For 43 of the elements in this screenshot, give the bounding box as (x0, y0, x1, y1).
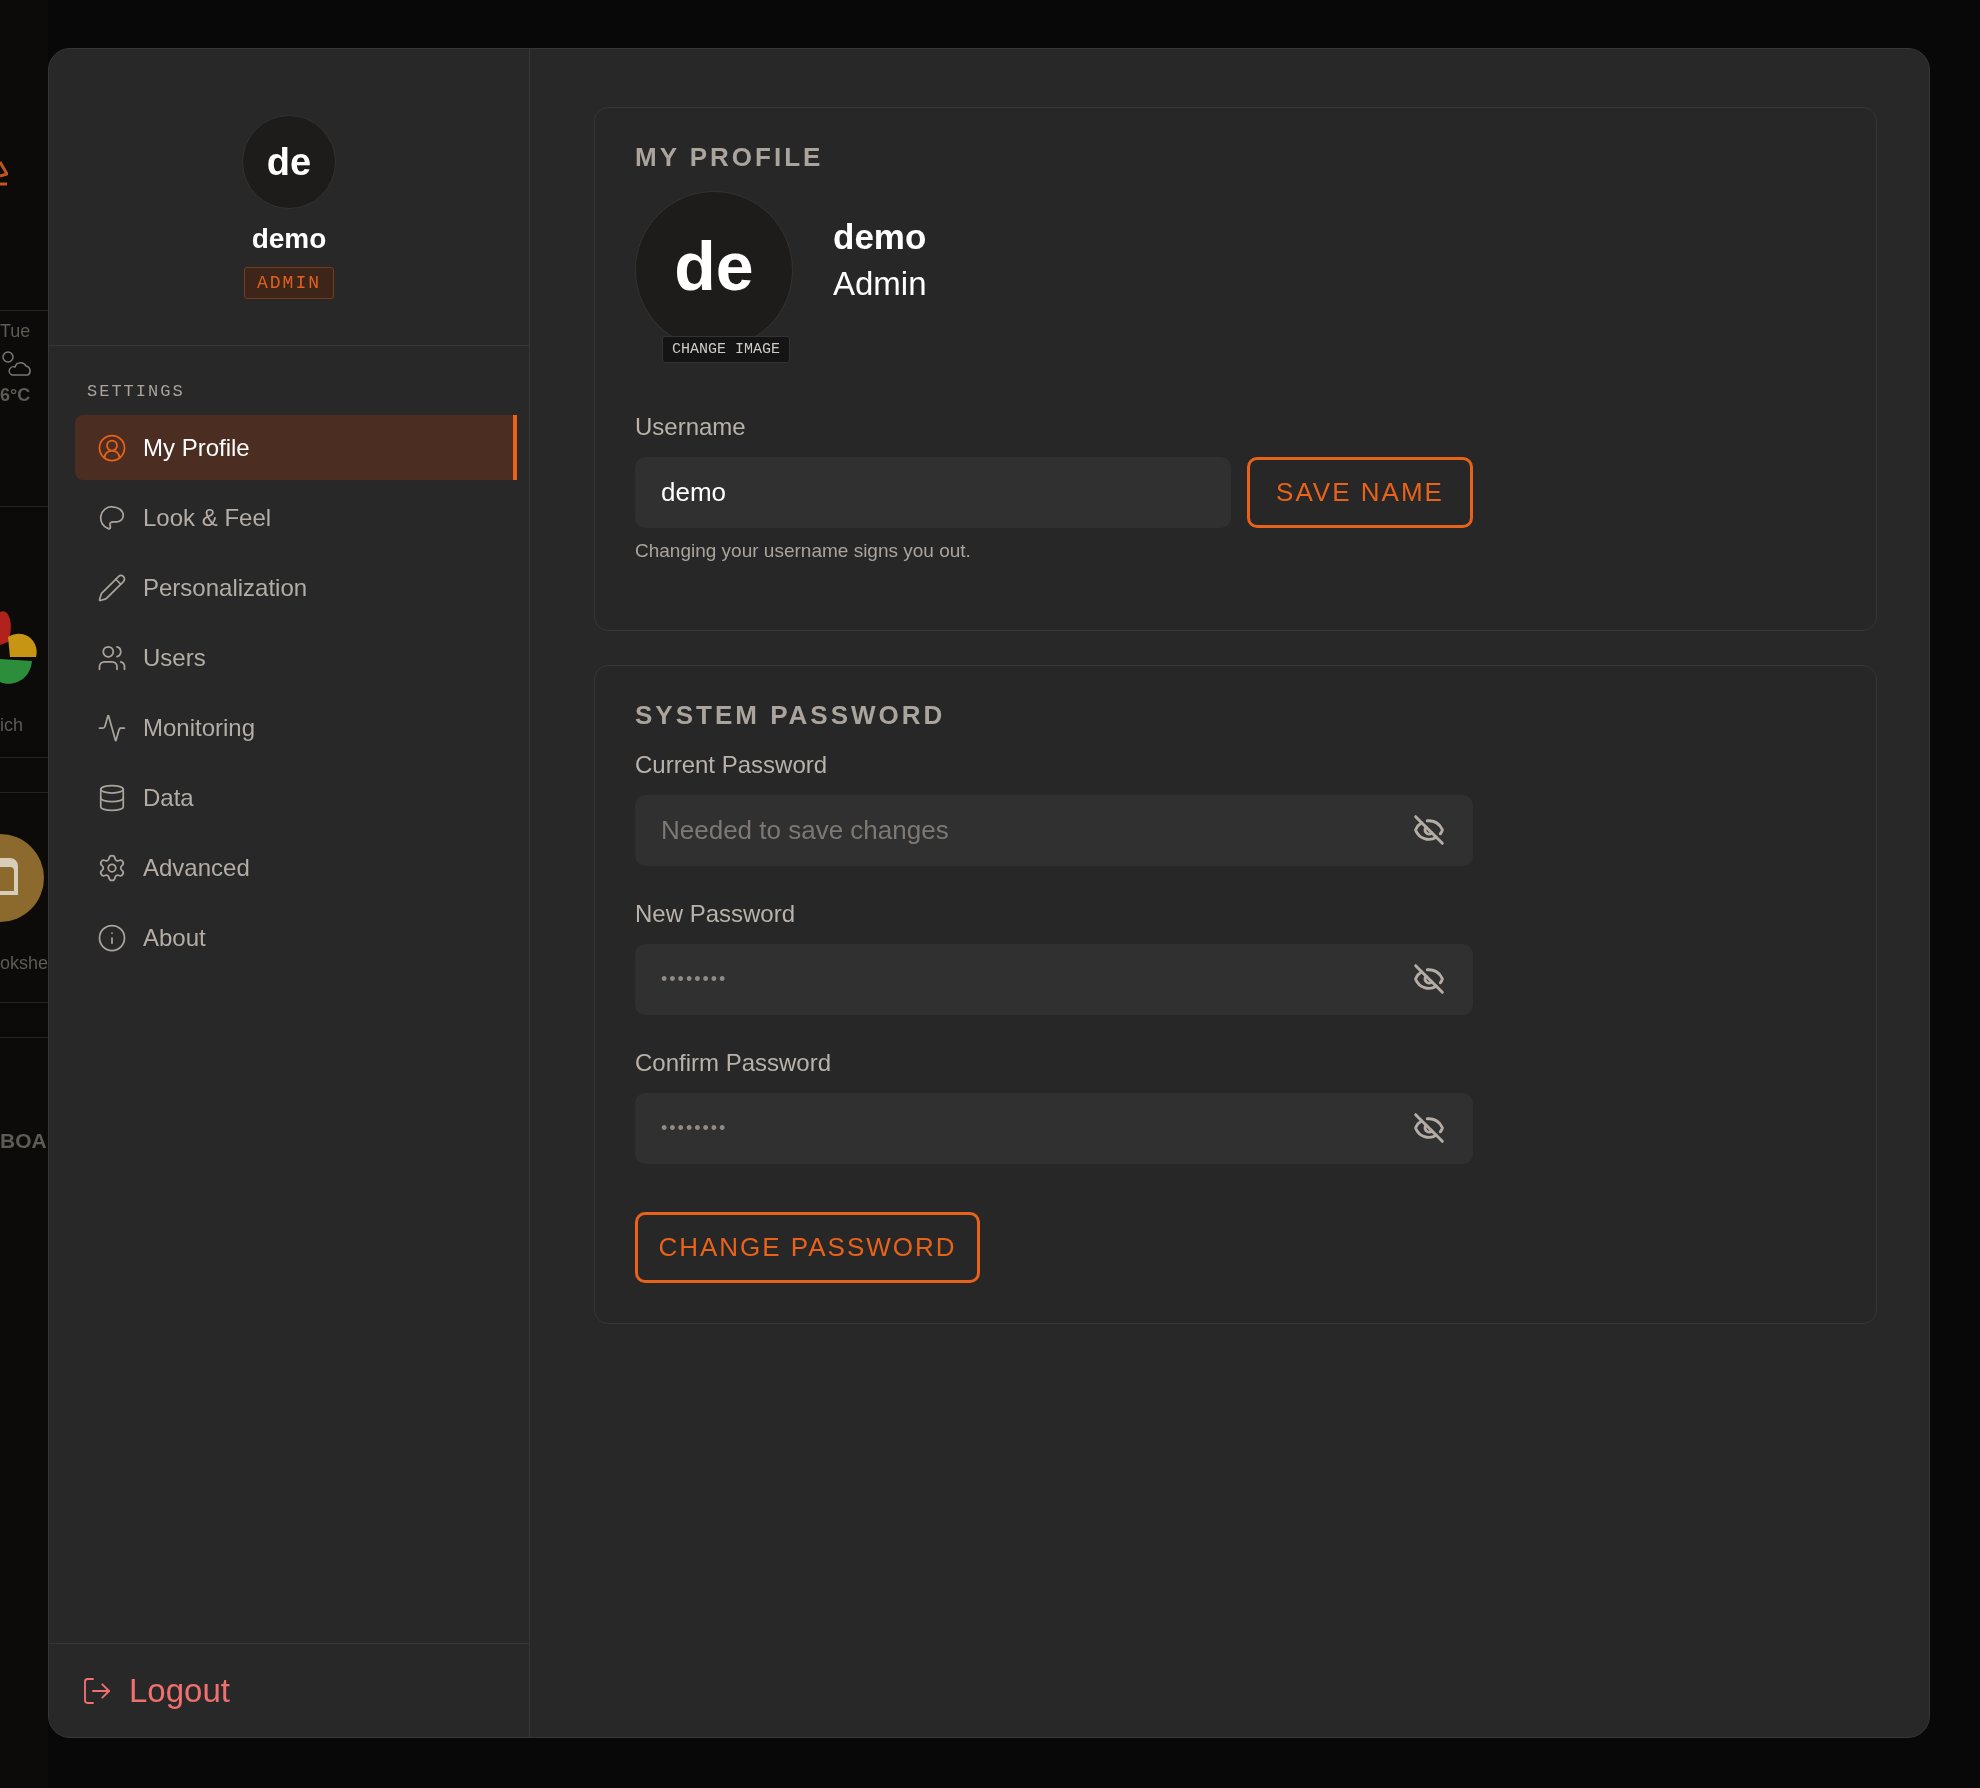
nav-item[interactable]: Users (75, 625, 517, 690)
hide-password-icon[interactable] (1413, 1112, 1445, 1144)
field-label: Confirm Password (635, 1049, 833, 1077)
nav-item[interactable]: My Profile (75, 415, 517, 480)
section-label: SETTINGS (86, 381, 186, 403)
nav-item[interactable]: Monitoring (75, 695, 517, 760)
hide-password-icon[interactable] (1413, 814, 1445, 846)
database-icon (97, 782, 127, 813)
field-label: Username (635, 413, 747, 441)
app-label: okshe (0, 952, 48, 975)
password-field[interactable]: •••••••• (635, 944, 1473, 1015)
nav-item[interactable]: Look & Feel (75, 485, 517, 550)
pencil-icon (97, 572, 127, 603)
logout-button[interactable]: Logout (77, 1667, 234, 1714)
user-circle-icon (97, 432, 127, 463)
nav-item[interactable]: Data (75, 765, 517, 830)
change-image-button[interactable]: CHANGE IMAGE (662, 336, 791, 363)
info-icon (97, 922, 127, 953)
role-badge: ADMIN (244, 267, 334, 299)
password-field[interactable]: •••••••• (635, 1093, 1473, 1164)
day-label: Tue (0, 321, 32, 343)
user-avatar: de (242, 115, 336, 209)
pulse-icon (97, 712, 127, 743)
profile-name: demo (833, 217, 927, 257)
field-label: New Password (635, 900, 797, 928)
profile-role: Admin (833, 265, 927, 303)
field-label: Current Password (635, 751, 829, 779)
hide-password-icon[interactable] (1413, 963, 1445, 995)
section-heading: BOA (0, 1128, 48, 1154)
card-title: SYSTEM PASSWORD (635, 700, 947, 731)
user-name: demo (251, 223, 327, 255)
username-field[interactable]: demo (635, 457, 1231, 528)
nav-item[interactable]: Personalization (75, 555, 517, 620)
save-name-button[interactable]: SAVE NAME (1247, 457, 1473, 528)
card-title: MY PROFILE (635, 142, 825, 173)
temperature-label: 6°C (0, 384, 32, 407)
settings-icon (97, 852, 127, 883)
app-label: ich (0, 715, 24, 737)
nav-item[interactable]: About (75, 905, 517, 970)
nav-item[interactable]: Advanced (75, 835, 517, 900)
change-password-button[interactable]: CHANGE PASSWORD (635, 1212, 980, 1283)
password-field[interactable]: Needed to save changes (635, 795, 1473, 866)
username-hint: Changing your username signs you out. (635, 540, 972, 562)
